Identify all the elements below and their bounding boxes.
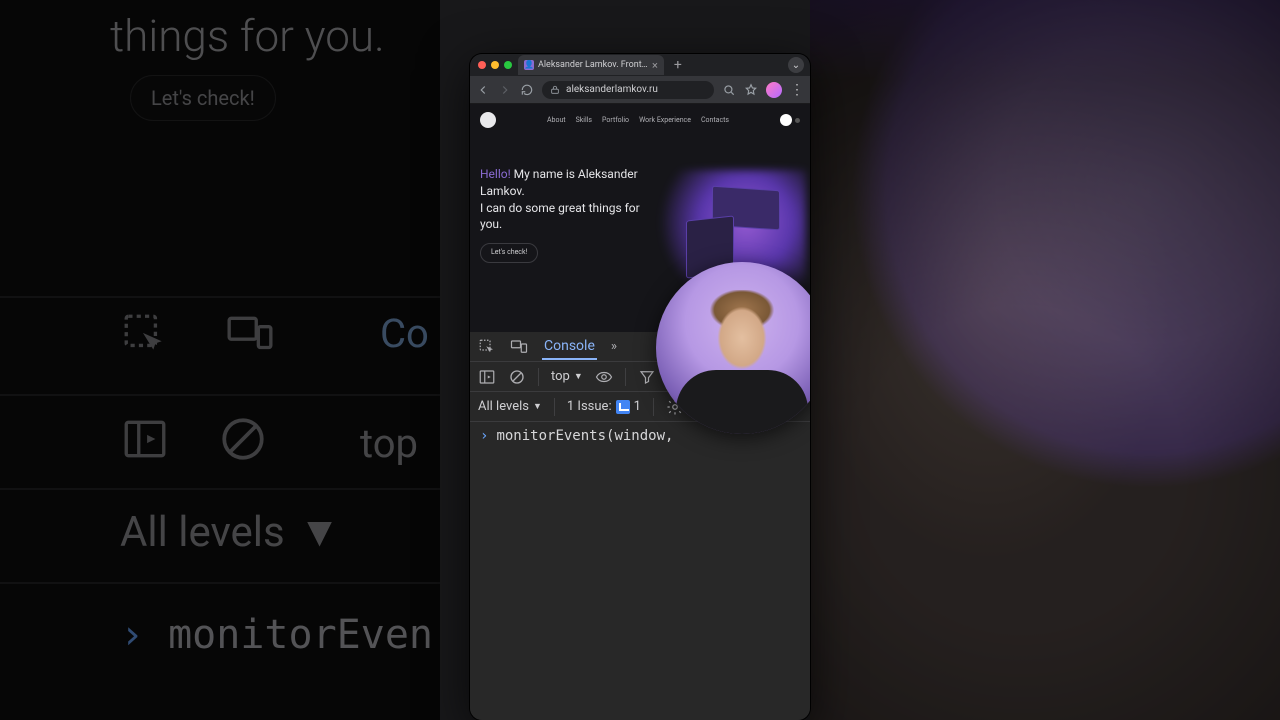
bg-shade [0,0,440,720]
separator [653,398,654,416]
profile-avatar[interactable] [766,82,782,98]
tab-strip: 👤 Aleksander Lamkov. Frontend × + ⌄ [470,54,810,76]
nav-about[interactable]: About [547,116,566,124]
browser-tab[interactable]: 👤 Aleksander Lamkov. Frontend × [518,55,664,75]
maximize-window-icon[interactable] [504,61,512,69]
browser-toolbar: aleksanderlamkov.ru ⋮ [470,76,810,104]
nav-contacts[interactable]: Contacts [701,116,729,124]
more-tabs-button[interactable]: » [611,339,617,354]
theme-trail-icon [795,118,800,123]
clear-console-button[interactable] [508,368,526,386]
site-header: About Skills Portfolio Work Experience C… [470,104,810,136]
hero-text: Hello! My name is Aleksander Lamkov. I c… [480,166,656,263]
issue-chip-icon [616,400,630,414]
console-input-text: monitorEvents(window, [496,428,673,444]
nav-portfolio[interactable]: Portfolio [602,116,629,124]
hero-section: Hello! My name is Aleksander Lamkov. I c… [470,136,810,263]
hero-hello: Hello! [480,167,511,181]
site-logo-icon[interactable] [480,112,496,128]
new-tab-button[interactable]: + [670,57,686,73]
issues-count: 1 [634,399,641,414]
back-button[interactable] [476,83,490,97]
issues-indicator[interactable]: 1 Issue: 1 [567,399,641,414]
log-levels-selector[interactable]: All levels ▼ [478,399,542,414]
bg-shade [810,0,1280,720]
address-bar[interactable]: aleksanderlamkov.ru [542,81,714,99]
hero-line2: I can do some great things for you. [480,200,656,234]
nav-skills[interactable]: Skills [576,116,592,124]
tabs-dropdown-button[interactable]: ⌄ [788,57,804,73]
bookmark-icon[interactable] [744,83,758,97]
chevron-down-icon: ▼ [574,371,583,382]
close-tab-icon[interactable]: × [652,60,658,71]
site-info-icon[interactable] [550,85,560,95]
reload-button[interactable] [520,83,534,97]
tab-title: Aleksander Lamkov. Frontend [538,60,648,70]
live-expression-button[interactable] [595,368,613,386]
theme-knob-icon [780,114,792,126]
browser-menu-button[interactable]: ⋮ [790,82,804,98]
separator [538,368,539,386]
separator [625,368,626,386]
tab-console[interactable]: Console [542,333,597,360]
hero-cta-button[interactable]: Let's check! [480,243,538,263]
bg-left-col: things for you. Let's check! Co top All … [0,0,440,720]
levels-label: All levels [478,399,529,414]
context-label: top [551,369,570,384]
forward-button[interactable] [498,83,512,97]
presenter-webcam [656,262,810,434]
nav-work[interactable]: Work Experience [639,116,691,124]
prompt-caret-icon: › [480,428,488,444]
context-selector[interactable]: top ▼ [551,369,583,384]
device-toolbar-button[interactable] [510,338,528,356]
filter-icon[interactable] [638,368,656,386]
chevron-down-icon: ▼ [533,401,542,412]
site-nav-links: About Skills Portfolio Work Experience C… [547,116,729,124]
theme-toggle[interactable] [780,114,800,126]
url-text: aleksanderlamkov.ru [566,84,658,95]
favicon-icon: 👤 [524,60,534,70]
issues-label: 1 Issue: [567,399,612,414]
window-controls[interactable] [478,61,512,69]
search-icon[interactable] [722,83,736,97]
browser-window: 👤 Aleksander Lamkov. Frontend × + ⌄ alek… [470,54,810,720]
toggle-sidebar-button[interactable] [478,368,496,386]
bg-right-col [810,0,1280,720]
close-window-icon[interactable] [478,61,486,69]
minimize-window-icon[interactable] [491,61,499,69]
separator [554,398,555,416]
inspect-element-button[interactable] [478,338,496,356]
